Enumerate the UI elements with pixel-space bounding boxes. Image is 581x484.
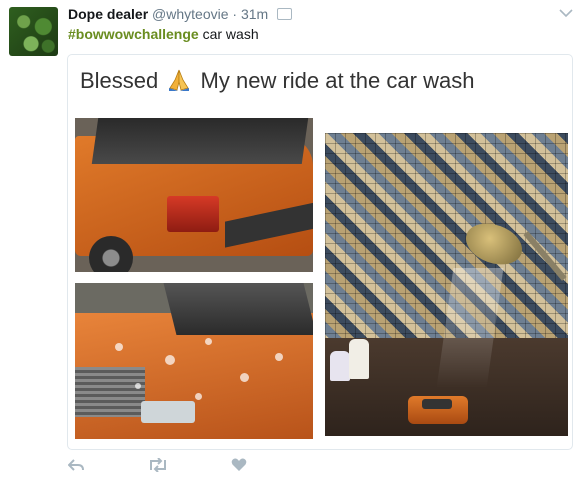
display-name[interactable]: Dope dealer bbox=[68, 6, 148, 22]
user-handle[interactable]: @whyteovie bbox=[152, 6, 228, 22]
meme-caption: Blessed My new ride at the car wash bbox=[80, 68, 474, 94]
reply-icon[interactable] bbox=[67, 458, 84, 476]
praying-hands-icon bbox=[166, 68, 192, 92]
tweet-text: #bowwowchallenge car wash bbox=[68, 26, 259, 42]
tweet-header: Dope dealer @whyteovie · 31m bbox=[68, 6, 293, 22]
tweet-body: car wash bbox=[198, 26, 259, 42]
avatar[interactable] bbox=[9, 7, 58, 56]
heart-icon[interactable] bbox=[231, 458, 247, 476]
shower-toy-car-photo bbox=[325, 133, 568, 436]
meme-image: Blessed My new ride at the car wash bbox=[72, 58, 568, 444]
retweet-icon[interactable] bbox=[148, 457, 168, 476]
chevron-down-icon[interactable] bbox=[559, 5, 573, 21]
caption-blessed: Blessed bbox=[80, 68, 159, 93]
separator: · bbox=[232, 6, 238, 22]
media-card[interactable]: Blessed My new ride at the car wash bbox=[67, 54, 573, 450]
car-front-photo bbox=[75, 283, 313, 439]
car-rear-photo bbox=[75, 118, 313, 272]
image-icon bbox=[277, 8, 293, 21]
timestamp[interactable]: 31m bbox=[241, 6, 268, 22]
caption-ride: My new ride at the car wash bbox=[200, 68, 475, 93]
hashtag-link[interactable]: #bowwowchallenge bbox=[68, 26, 199, 42]
